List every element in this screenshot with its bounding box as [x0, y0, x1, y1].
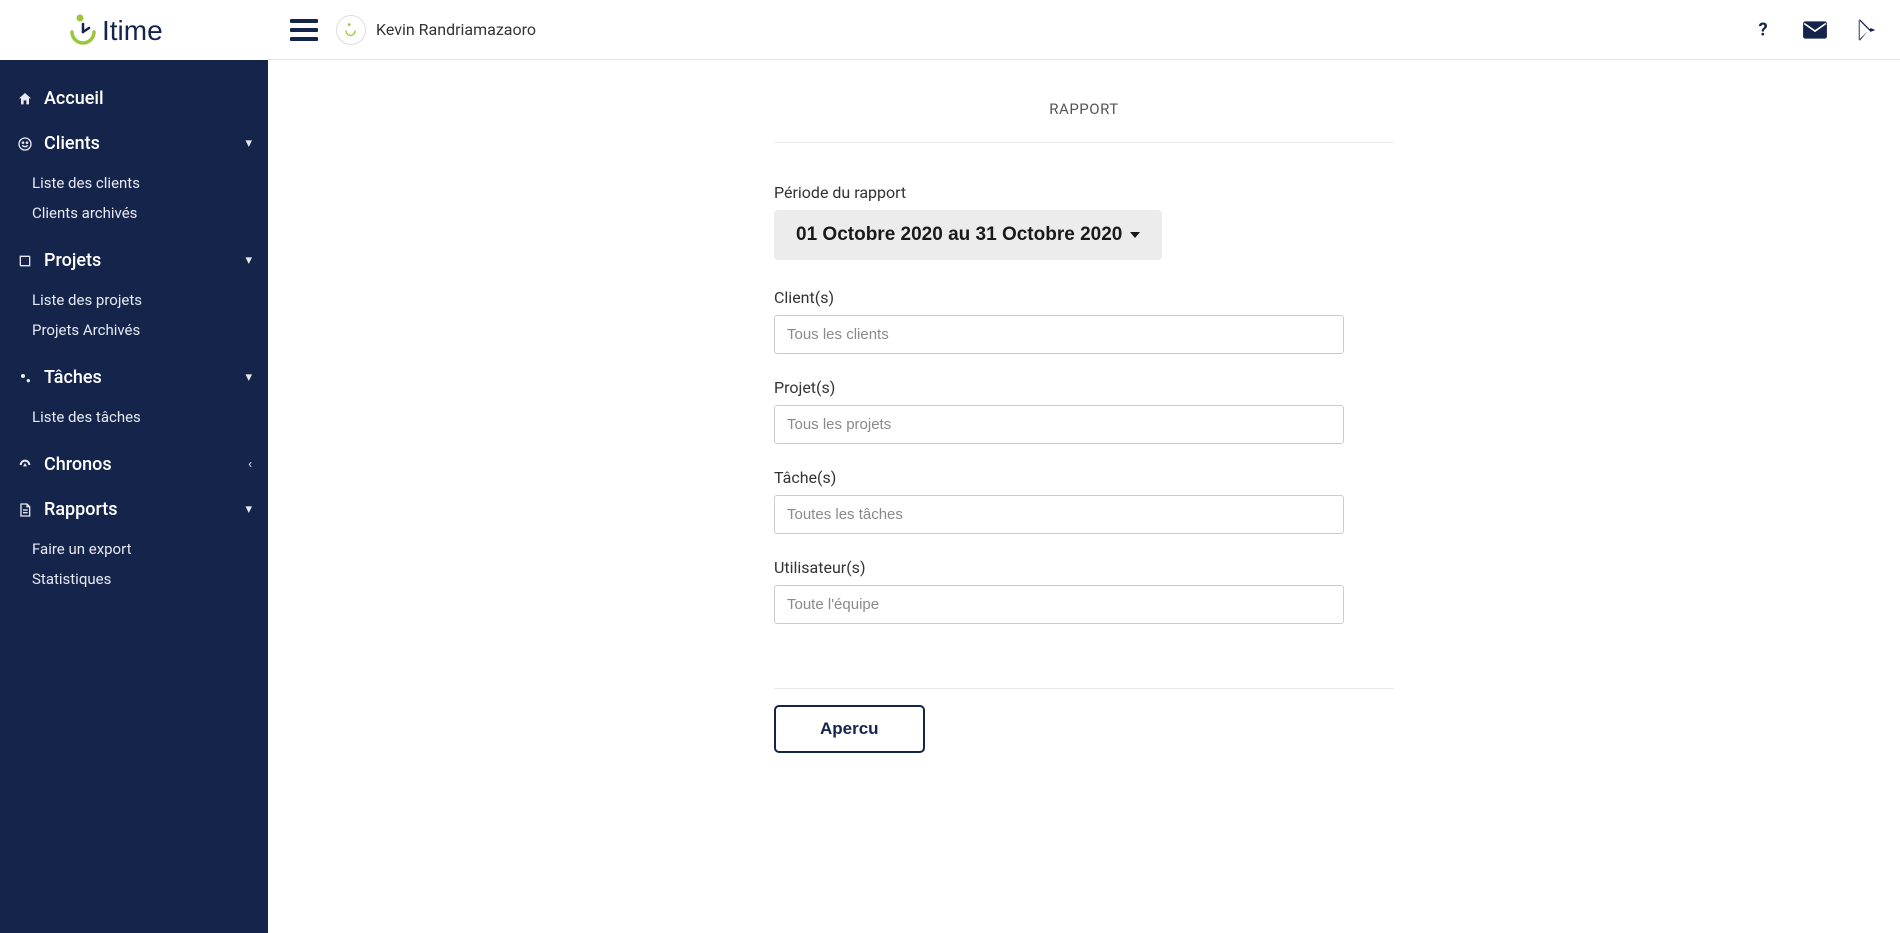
- hamburger-menu-icon[interactable]: [290, 19, 318, 41]
- divider: [774, 688, 1394, 689]
- sidebar-item-home[interactable]: Accueil: [0, 76, 268, 121]
- sidebar-subitem-project-archived[interactable]: Projets Archivés: [0, 315, 268, 345]
- logo[interactable]: Itime: [0, 0, 268, 60]
- sidebar-subitem-client-list[interactable]: Liste des clients: [0, 168, 268, 198]
- sidebar-subitem-client-archived[interactable]: Clients archivés: [0, 198, 268, 228]
- sidebar-label-reports: Rapports: [44, 499, 245, 520]
- project-label: Projet(s): [774, 378, 1394, 397]
- sidebar-item-reports[interactable]: Rapports ▾: [0, 487, 268, 532]
- sidebar-item-projects[interactable]: Projets ▾: [0, 238, 268, 283]
- sidebar-item-tasks[interactable]: Tâches ▾: [0, 355, 268, 400]
- content: RAPPORT Période du rapport 01 Octobre 20…: [268, 60, 1900, 933]
- sidebar-item-chronos[interactable]: Chronos ‹: [0, 442, 268, 487]
- smile-icon: [16, 135, 34, 153]
- period-value: 01 Octobre 2020 au 31 Octobre 2020: [796, 224, 1122, 246]
- play-store-icon[interactable]: [1856, 18, 1878, 42]
- mail-icon[interactable]: [1802, 20, 1828, 40]
- book-icon: [16, 252, 34, 270]
- topbar: Kevin Randriamazaoro ?: [268, 0, 1900, 60]
- sidebar-label-tasks: Tâches: [44, 367, 245, 388]
- chevron-down-icon: ▾: [245, 136, 252, 151]
- sidebar-subitem-stats[interactable]: Statistiques: [0, 564, 268, 594]
- user-label: Utilisateur(s): [774, 558, 1394, 577]
- sidebar: Itime Accueil Clients ▾ Liste des client…: [0, 0, 268, 933]
- task-label: Tâche(s): [774, 468, 1394, 487]
- sidebar-label-chronos: Chronos: [44, 454, 248, 475]
- svg-text:?: ?: [1758, 19, 1767, 40]
- sidebar-label-home: Accueil: [44, 88, 252, 109]
- cogs-icon: [16, 369, 34, 387]
- period-label: Période du rapport: [774, 183, 1394, 202]
- chevron-down-icon: ▾: [245, 370, 252, 385]
- help-icon[interactable]: ?: [1752, 19, 1774, 41]
- task-input[interactable]: [774, 495, 1344, 534]
- page-title: RAPPORT: [774, 100, 1394, 143]
- sidebar-item-clients[interactable]: Clients ▾: [0, 121, 268, 166]
- username: Kevin Randriamazaoro: [376, 20, 536, 39]
- preview-button[interactable]: Apercu: [774, 705, 925, 753]
- home-icon: [16, 90, 34, 108]
- sidebar-subitem-export[interactable]: Faire un export: [0, 534, 268, 564]
- gauge-icon: [16, 456, 34, 474]
- chevron-left-icon: ‹: [248, 457, 252, 472]
- client-label: Client(s): [774, 288, 1394, 307]
- avatar: [336, 15, 366, 45]
- sidebar-subitem-project-list[interactable]: Liste des projets: [0, 285, 268, 315]
- user-profile[interactable]: Kevin Randriamazaoro: [336, 15, 536, 45]
- user-input[interactable]: [774, 585, 1344, 624]
- chevron-down-icon: ▾: [245, 502, 252, 517]
- project-input[interactable]: [774, 405, 1344, 444]
- sidebar-label-clients: Clients: [44, 133, 245, 154]
- chevron-down-icon: ▾: [245, 253, 252, 268]
- period-dropdown[interactable]: 01 Octobre 2020 au 31 Octobre 2020: [774, 210, 1162, 260]
- svg-text:Itime: Itime: [102, 15, 163, 46]
- sidebar-subitem-task-list[interactable]: Liste des tâches: [0, 402, 268, 432]
- client-input[interactable]: [774, 315, 1344, 354]
- caret-down-icon: [1130, 232, 1140, 238]
- sidebar-label-projects: Projets: [44, 250, 245, 271]
- file-icon: [16, 501, 34, 519]
